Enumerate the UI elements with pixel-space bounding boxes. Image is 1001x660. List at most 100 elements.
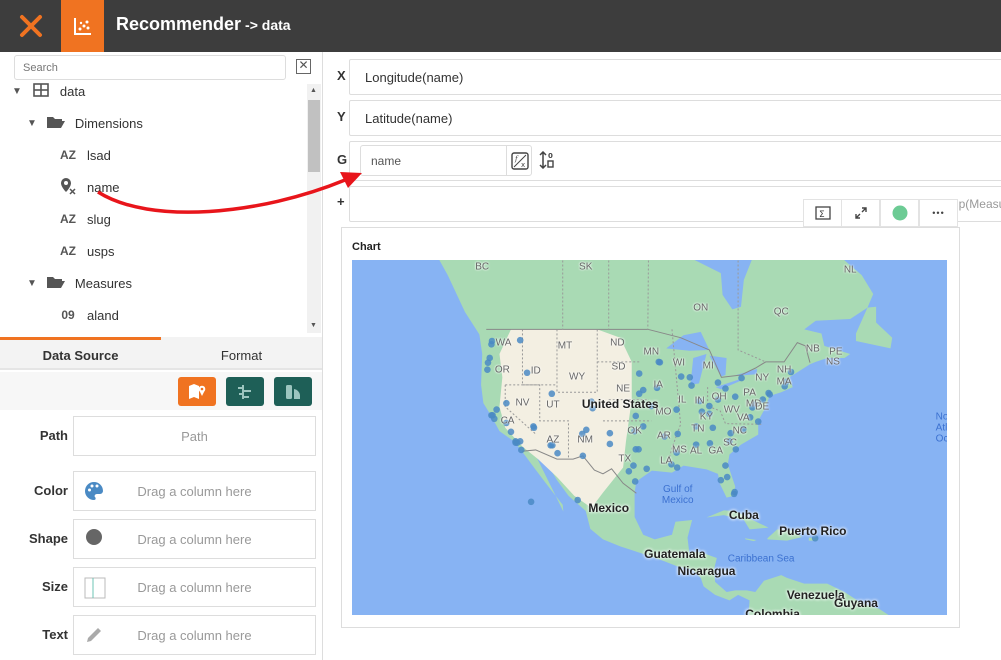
map-point[interactable] <box>530 424 538 432</box>
map-label-country: Nicaragua <box>677 563 736 578</box>
bar-chart-button[interactable] <box>226 377 264 406</box>
map-point[interactable] <box>503 399 510 407</box>
map-label-state: NH <box>776 364 792 376</box>
x-shelf[interactable]: Longitude(name) <box>349 59 1001 95</box>
map-point[interactable] <box>574 496 581 504</box>
color-dropzone[interactable]: Drag a column here <box>73 471 316 511</box>
map-point[interactable] <box>765 389 772 397</box>
map-point[interactable] <box>523 369 531 377</box>
map-point[interactable] <box>635 370 643 377</box>
dropzone-placeholder: Drag a column here <box>137 579 252 595</box>
formula-button[interactable]: fx <box>506 145 532 176</box>
map-point[interactable] <box>484 359 492 366</box>
tab-data-source[interactable]: Data Source <box>0 348 161 363</box>
palette-icon <box>85 482 103 500</box>
scrollbar-thumb[interactable] <box>308 100 320 172</box>
map-point[interactable] <box>723 473 731 481</box>
more-button[interactable]: ••• <box>919 199 958 227</box>
tree-item-measures[interactable]: ▼ Measures <box>27 271 132 295</box>
map-point[interactable] <box>516 438 524 445</box>
caret-down-icon[interactable]: ▼ <box>12 86 22 97</box>
map-point[interactable] <box>484 366 491 373</box>
map-point[interactable] <box>606 429 614 437</box>
map-point[interactable] <box>673 406 680 413</box>
map-point[interactable] <box>516 336 524 344</box>
tree-item-name[interactable]: name <box>57 175 120 199</box>
sort-icon[interactable]: 0 <box>539 150 555 174</box>
path-dropzone[interactable]: Path <box>73 416 316 456</box>
map-point[interactable] <box>722 385 729 392</box>
map-point[interactable] <box>527 498 535 506</box>
logo-icon[interactable] <box>0 0 61 52</box>
map-point[interactable] <box>731 488 738 496</box>
map-label-state: WI <box>672 357 685 369</box>
map-point[interactable] <box>754 418 762 425</box>
scroll-down-icon[interactable]: ▼ <box>310 322 317 329</box>
tree-item-lsad[interactable]: AZ lsad <box>57 143 111 167</box>
map-label-state: LA <box>660 455 673 467</box>
map-point[interactable] <box>731 393 739 400</box>
map-label-state: IA <box>653 379 663 391</box>
map-point[interactable] <box>493 406 500 413</box>
map-point[interactable] <box>706 402 713 410</box>
map-label-state: NC <box>732 425 748 437</box>
map-point[interactable] <box>507 428 515 436</box>
map-point[interactable] <box>518 446 525 454</box>
map-point[interactable] <box>491 415 498 423</box>
y-field-pill[interactable]: Latitude(name) <box>365 111 452 126</box>
map-point[interactable] <box>673 464 681 471</box>
search-input[interactable] <box>14 55 286 80</box>
map-point[interactable] <box>625 468 633 475</box>
map-label-state: UT <box>546 399 560 411</box>
map-point[interactable] <box>714 379 722 386</box>
map-point[interactable] <box>554 449 561 457</box>
map-point[interactable] <box>583 426 590 434</box>
close-icon[interactable]: ✕ <box>296 59 311 74</box>
map-chart-button[interactable] <box>178 377 216 406</box>
map-point[interactable] <box>656 358 664 366</box>
map-point[interactable] <box>632 412 640 420</box>
map-point[interactable] <box>606 440 614 448</box>
map-label-state: QC <box>773 306 789 318</box>
tree-item-slug[interactable]: AZ slug <box>57 207 111 231</box>
scroll-up-icon[interactable]: ▲ <box>310 87 317 94</box>
map-point[interactable] <box>674 430 682 438</box>
map-point[interactable] <box>631 478 639 485</box>
tree-label: aland <box>87 307 119 323</box>
aggregate-button[interactable]: Σ <box>803 199 842 227</box>
map-point[interactable] <box>722 462 729 469</box>
shape-dropzone[interactable]: Drag a column here <box>73 519 316 559</box>
map-point[interactable] <box>579 452 587 460</box>
expand-button[interactable] <box>841 199 880 227</box>
map-chart[interactable]: BC SK ON QC NL NB PE NS WA MT ND MN OR ID SD WI MI WY NE IA… <box>352 260 947 615</box>
tree-item-aland[interactable]: 09 aland <box>57 303 119 327</box>
size-label: Size <box>41 579 68 594</box>
map-point[interactable] <box>488 340 495 348</box>
map-point[interactable] <box>643 465 650 473</box>
text-dropzone[interactable]: Drag a column here <box>73 615 316 655</box>
map-point[interactable] <box>717 476 725 484</box>
map-point[interactable] <box>548 390 556 398</box>
pie-chart-button[interactable] <box>274 377 312 406</box>
map-point[interactable] <box>677 373 685 380</box>
y-shelf[interactable]: Latitude(name) <box>349 100 1001 136</box>
tab-format[interactable]: Format <box>161 348 322 363</box>
tree-item-data[interactable]: ▼ data <box>12 79 85 103</box>
tree-item-dimensions[interactable]: ▼ Dimensions <box>27 111 143 135</box>
caret-down-icon[interactable]: ▼ <box>27 278 37 289</box>
map-label-state: WA <box>495 337 512 349</box>
map-point[interactable] <box>686 374 694 381</box>
map-point[interactable] <box>738 374 745 382</box>
map-point[interactable] <box>688 382 695 389</box>
color-button[interactable] <box>880 199 919 227</box>
map-point[interactable] <box>632 445 640 453</box>
jamaica-land <box>745 538 757 542</box>
caret-down-icon[interactable]: ▼ <box>27 118 37 129</box>
chart-title: Chart <box>352 241 381 253</box>
x-field-pill[interactable]: Longitude(name) <box>365 70 463 85</box>
tree-item-usps[interactable]: AZ usps <box>57 239 114 263</box>
scatter-chart-icon[interactable] <box>61 0 104 52</box>
map-point[interactable] <box>709 424 717 432</box>
tree-label: slug <box>87 211 111 227</box>
size-dropzone[interactable]: Drag a column here <box>73 567 316 607</box>
